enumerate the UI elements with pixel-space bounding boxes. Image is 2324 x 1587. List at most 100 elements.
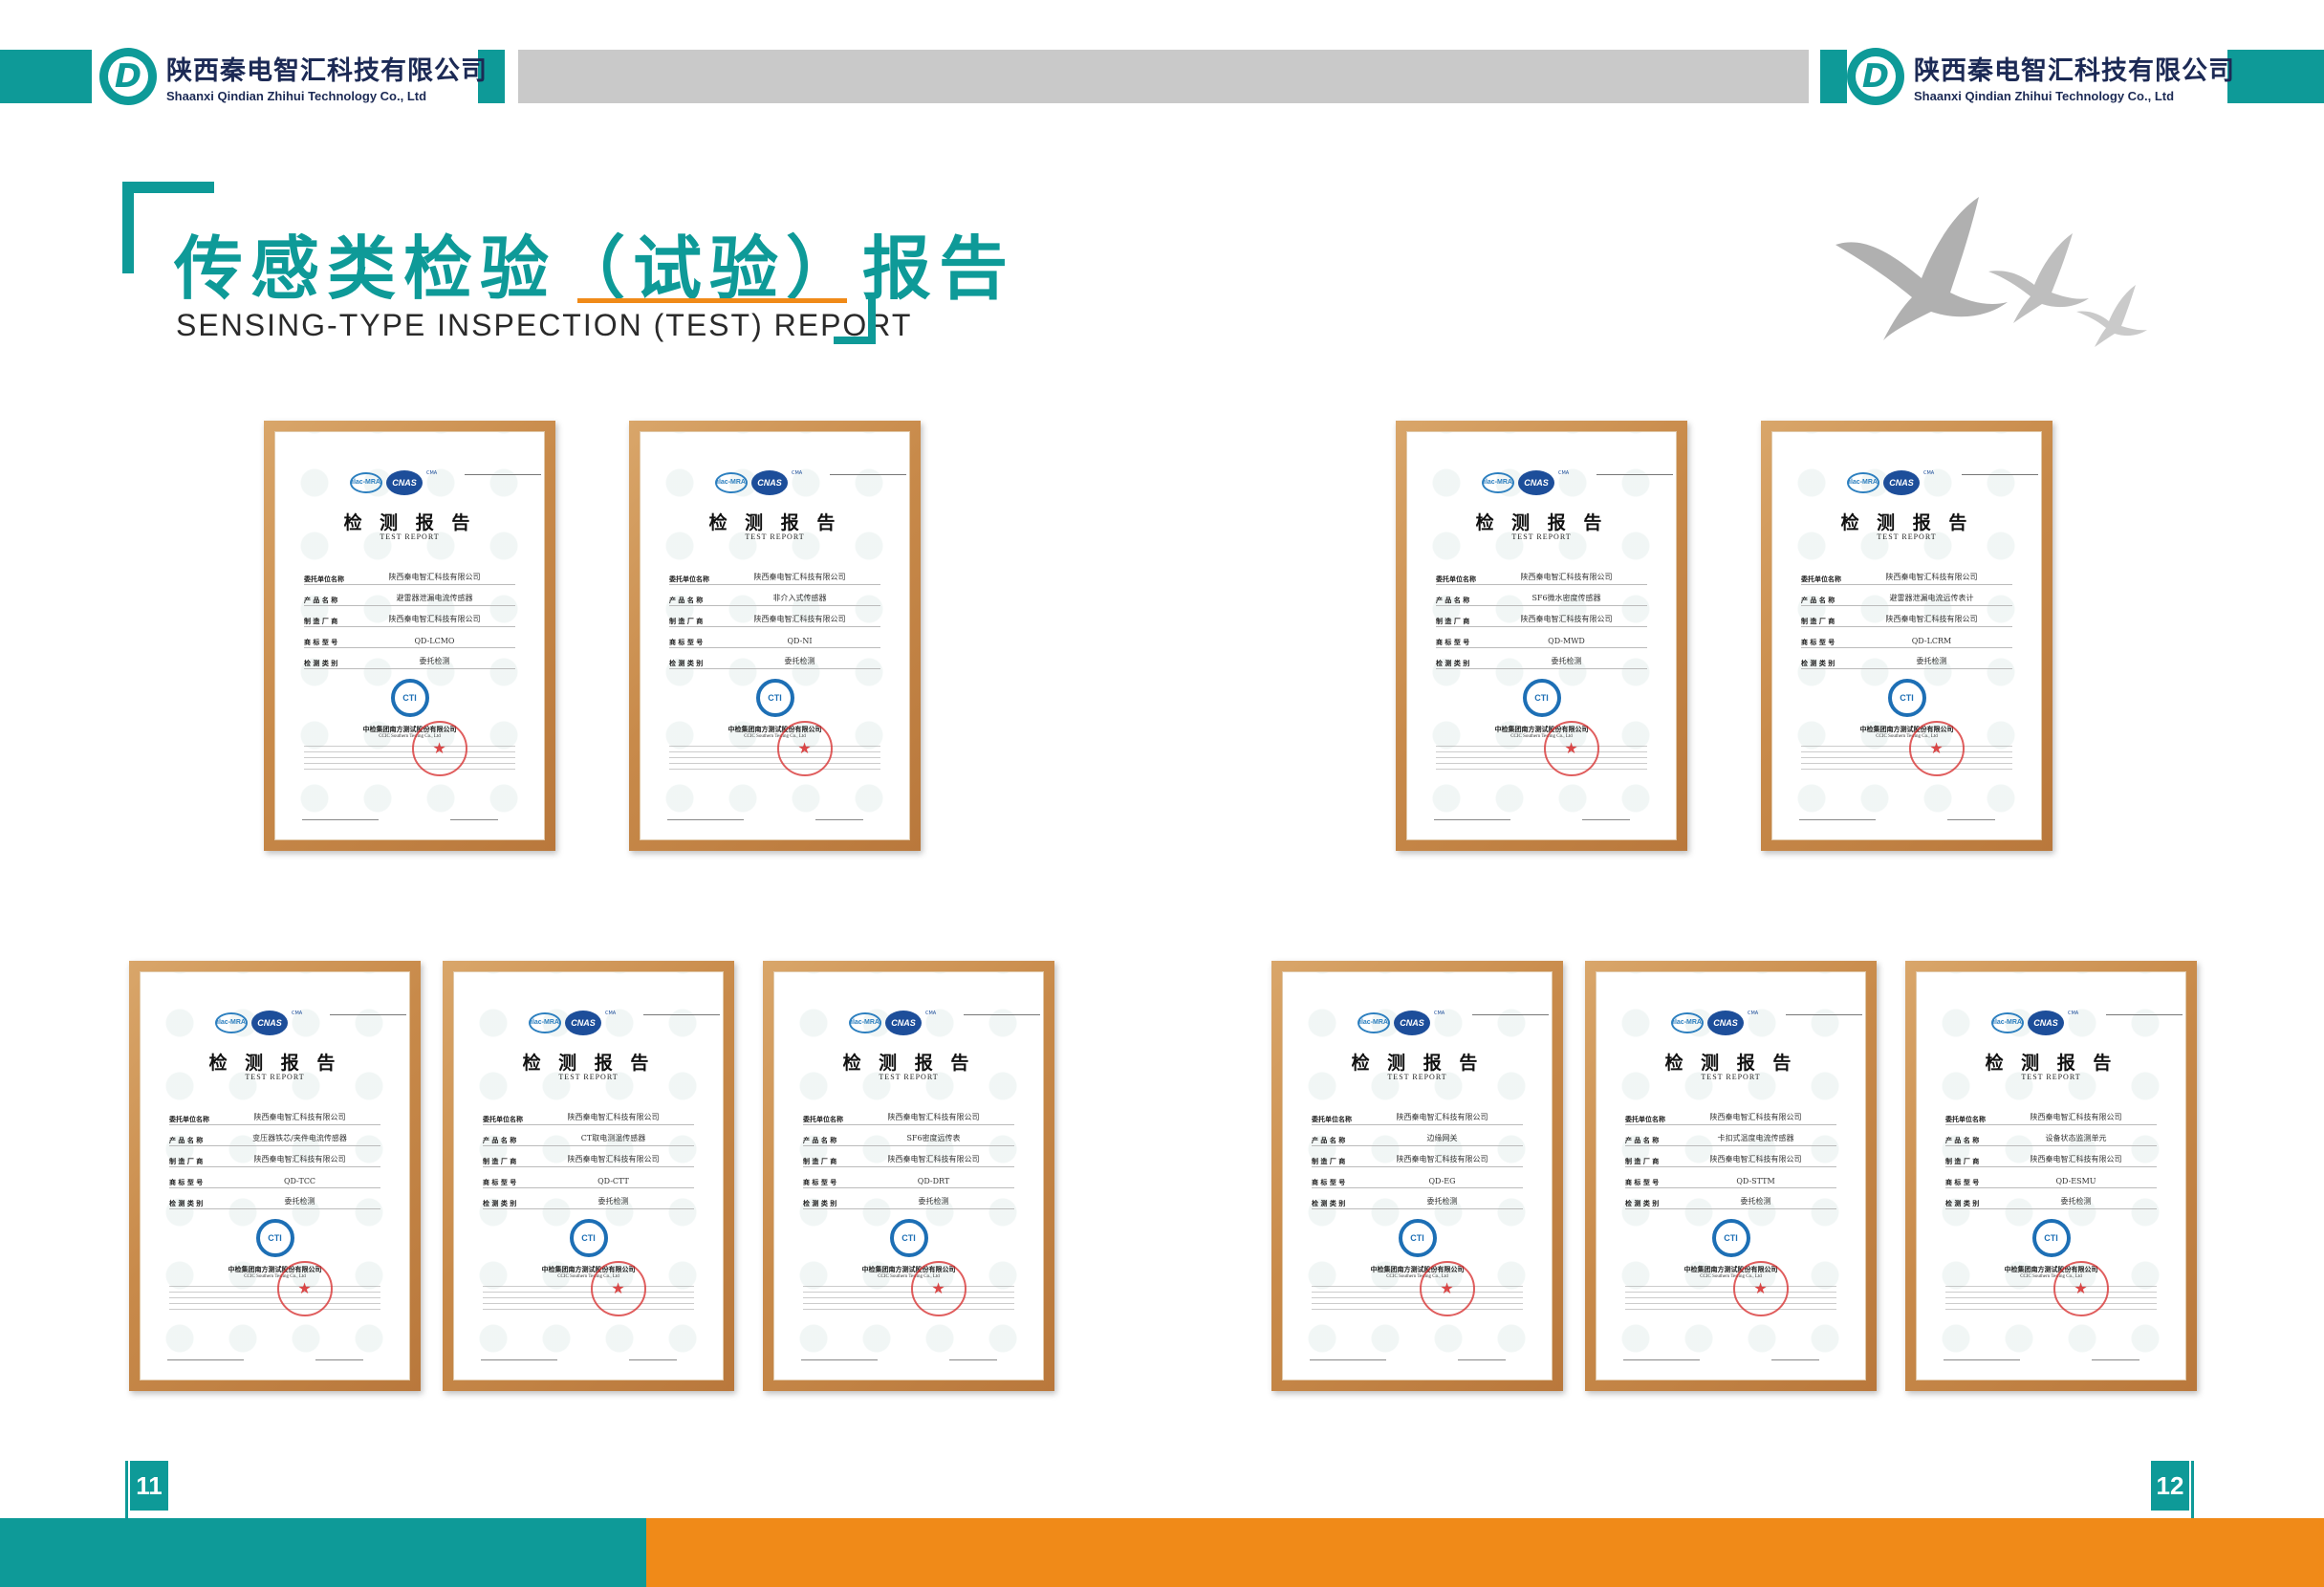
field-test-type: 检 测 类 别 委托检测 — [669, 650, 880, 669]
ilac-mra-icon: ilac-MRA — [1991, 1012, 2024, 1033]
certificate-footer — [1944, 1357, 2159, 1364]
certificate-footer — [1799, 816, 2014, 824]
field-product: 产 品 名 称 变压器铁芯/夹件电流传感器 — [169, 1127, 380, 1146]
ilac-mra-icon: ilac-MRA — [849, 1012, 881, 1033]
field-label: 产 品 名 称 — [669, 597, 704, 604]
field-label: 产 品 名 称 — [169, 1137, 204, 1144]
certificate-title: 检 测 报 告 — [708, 512, 841, 533]
cma-icon: CMA — [605, 1011, 617, 1016]
field-value: QD-STTM — [1736, 1177, 1775, 1185]
field-value: SF6微水密度传感器 — [1531, 594, 1601, 602]
certificate-fields: 委托单位名称 陕西秦电智汇科技有限公司 产 品 名 称 设备状态监测单元 制 造… — [1945, 1106, 2157, 1211]
field-product: 产 品 名 称 避雷器泄漏电流远传表计 — [1801, 587, 2012, 606]
certificate-paper: ilac-MRA CNAS CMA 检 测 报 告 TEST REPORT 委托… — [1406, 431, 1677, 840]
page-subtitle: SENSING-TYPE INSPECTION (TEST) REPORT — [176, 308, 913, 342]
field-client: 委托单位名称 陕西秦电智汇科技有限公司 — [1625, 1106, 1836, 1125]
field-label: 商 标 型 号 — [803, 1179, 837, 1186]
official-stamp-icon — [776, 721, 833, 776]
certificate-subtitle: TEST REPORT — [1387, 1073, 1447, 1081]
certificate-title: 检 测 报 告 — [343, 512, 476, 533]
field-value: 非介入式传感器 — [772, 594, 827, 602]
issuer-address-lines — [1801, 746, 2012, 771]
field-value: 陕西秦电智汇科技有限公司 — [567, 1113, 660, 1121]
issuer-name-en: CCIC Southern Testing Co., Ltd — [379, 734, 441, 739]
accreditation-badges: ilac-MRA CNAS CMA — [1407, 465, 1676, 503]
company-name-en: Shaanxi Qindian Zhihui Technology Co., L… — [1914, 89, 2175, 103]
field-label: 检 测 类 别 — [1945, 1200, 1980, 1207]
company-name-cn: 陕西秦电智汇科技有限公司 — [166, 56, 488, 86]
field-product: 产 品 名 称 SF6密度远传表 — [803, 1127, 1014, 1146]
field-test-type: 检 测 类 别 委托检测 — [1801, 650, 2012, 669]
field-model: 商 标 型 号 QD-ESMU — [1945, 1169, 2157, 1188]
certificate-fields: 委托单位名称 陕西秦电智汇科技有限公司 产 品 名 称 SF6微水密度传感器 制… — [1436, 566, 1647, 671]
certificate-fields: 委托单位名称 陕西秦电智汇科技有限公司 产 品 名 称 避雷器泄漏电流传感器 制… — [304, 566, 515, 671]
certificate-subtitle: TEST REPORT — [879, 1073, 939, 1081]
field-label: 检 测 类 别 — [1312, 1200, 1346, 1207]
cma-icon: CMA — [2068, 1011, 2079, 1016]
field-product: 产 品 名 称 非介入式传感器 — [669, 587, 880, 606]
field-product: 产 品 名 称 CT取电测温传感器 — [483, 1127, 694, 1146]
title-bracket-bottom-right — [834, 296, 876, 344]
field-manufacturer: 制 造 厂 商 陕西秦电智汇科技有限公司 — [1945, 1148, 2157, 1167]
certificate-title: 检 测 报 告 — [1351, 1053, 1484, 1074]
field-test-type: 检 测 类 别 委托检测 — [1945, 1190, 2157, 1209]
field-value: 陕西秦电智汇科技有限公司 — [1520, 615, 1613, 623]
certificate-footer — [1623, 1357, 1838, 1364]
field-label: 产 品 名 称 — [1625, 1137, 1660, 1144]
field-value: QD-MWD — [1548, 637, 1585, 645]
certificate-frame: ilac-MRA CNAS CMA 检 测 报 告 TEST REPORT 委托… — [1396, 421, 1687, 851]
field-label: 制 造 厂 商 — [1945, 1158, 1980, 1165]
field-manufacturer: 制 造 厂 商 陕西秦电智汇科技有限公司 — [803, 1148, 1014, 1167]
cti-logo-icon — [1711, 1219, 1750, 1257]
field-label: 商 标 型 号 — [483, 1179, 517, 1186]
field-model: 商 标 型 号 QD-EG — [1312, 1169, 1523, 1188]
cnas-icon: CNAS — [2028, 1011, 2064, 1035]
ilac-mra-icon: ilac-MRA — [350, 472, 382, 493]
field-label: 委托单位名称 — [483, 1116, 523, 1123]
cti-logo-icon — [2031, 1219, 2071, 1257]
cma-icon: CMA — [925, 1011, 937, 1016]
report-number-line — [465, 474, 541, 480]
certificate-title: 检 测 报 告 — [522, 1053, 655, 1074]
field-value: QD-CTT — [597, 1177, 629, 1185]
field-client: 委托单位名称 陕西秦电智汇科技有限公司 — [483, 1106, 694, 1125]
footer-band-orange — [646, 1518, 2324, 1587]
field-value: 委托检测 — [784, 657, 815, 665]
certificate-paper: ilac-MRA CNAS CMA 检 测 报 告 TEST REPORT 委托… — [773, 971, 1044, 1380]
field-value: 陕西秦电智汇科技有限公司 — [1885, 573, 1978, 581]
cma-icon: CMA — [1923, 470, 1935, 476]
certificate-title: 检 测 报 告 — [842, 1053, 975, 1074]
field-value: 陕西秦电智汇科技有限公司 — [253, 1113, 346, 1121]
certificate-fields: 委托单位名称 陕西秦电智汇科技有限公司 产 品 名 称 卡扣式温度电流传感器 制… — [1625, 1106, 1836, 1211]
field-manufacturer: 制 造 厂 商 陕西秦电智汇科技有限公司 — [1625, 1148, 1836, 1167]
issuer-address-lines — [304, 746, 515, 771]
field-value: 陕西秦电智汇科技有限公司 — [388, 573, 481, 581]
field-model: 商 标 型 号 QD-TCC — [169, 1169, 380, 1188]
field-value: QD-TCC — [283, 1177, 316, 1185]
field-label: 委托单位名称 — [1625, 1116, 1665, 1123]
accreditation-badges: ilac-MRA CNAS CMA — [275, 465, 544, 503]
field-manufacturer: 制 造 厂 商 陕西秦电智汇科技有限公司 — [1436, 608, 1647, 627]
certificate-subtitle: TEST REPORT — [1511, 533, 1572, 541]
certificate-fields: 委托单位名称 陕西秦电智汇科技有限公司 产 品 名 称 CT取电测温传感器 制 … — [483, 1106, 694, 1211]
field-client: 委托单位名称 陕西秦电智汇科技有限公司 — [1312, 1106, 1523, 1125]
issuer-address-lines — [803, 1286, 1014, 1311]
field-label: 检 测 类 别 — [1436, 660, 1470, 667]
field-value: 委托检测 — [1740, 1197, 1771, 1206]
issuer-name: 中检集团南方测试股份有限公司 — [1494, 726, 1589, 733]
field-value: 陕西秦电智汇科技有限公司 — [1396, 1155, 1488, 1163]
issuer-address-lines — [1436, 746, 1647, 771]
issuer-name: 中检集团南方测试股份有限公司 — [228, 1266, 322, 1273]
issuer-name-en: CCIC Southern Testing Co., Ltd — [1510, 734, 1573, 739]
ilac-mra-icon: ilac-MRA — [1482, 472, 1514, 493]
ilac-mra-icon: ilac-MRA — [1357, 1012, 1390, 1033]
field-value: 委托检测 — [918, 1197, 949, 1206]
certificate-title: 检 测 报 告 — [1475, 512, 1608, 533]
field-label: 产 品 名 称 — [1801, 597, 1835, 604]
certificate-frame: ilac-MRA CNAS CMA 检 测 报 告 TEST REPORT 委托… — [1761, 421, 2053, 851]
field-model: 商 标 型 号 QD-STTM — [1625, 1169, 1836, 1188]
field-label: 检 测 类 别 — [1625, 1200, 1660, 1207]
cti-logo-icon — [255, 1219, 294, 1257]
certificate-paper: ilac-MRA CNAS CMA 检 测 报 告 TEST REPORT 委托… — [140, 971, 410, 1380]
field-value: 委托检测 — [597, 1197, 629, 1206]
